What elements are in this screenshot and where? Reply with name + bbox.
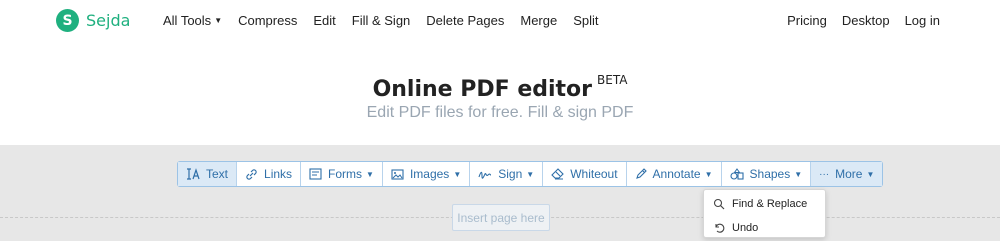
chevron-down-icon: ▼ xyxy=(214,16,223,25)
menu-item-undo[interactable]: Undo xyxy=(704,218,825,238)
caret-down-icon: ▼ xyxy=(366,169,374,179)
tool-images-label: Images xyxy=(409,167,450,181)
search-icon xyxy=(713,198,725,210)
signature-icon xyxy=(478,169,492,180)
shapes-icon xyxy=(729,168,744,180)
tool-sign-label: Sign xyxy=(498,167,523,181)
caret-down-icon: ▼ xyxy=(704,169,713,179)
nav-login[interactable]: Log in xyxy=(905,13,940,28)
tool-sign[interactable]: Sign ▼ xyxy=(470,162,544,186)
tool-links[interactable]: Links xyxy=(237,162,302,186)
nav-delete-pages[interactable]: Delete Pages xyxy=(426,13,504,28)
page-subtitle: Edit PDF files for free. Fill & sign PDF xyxy=(366,104,634,121)
beta-badge: BETA xyxy=(597,73,628,87)
menu-item-find-replace-label: Find & Replace xyxy=(732,198,808,210)
nav-fill-sign[interactable]: Fill & Sign xyxy=(352,13,411,28)
caret-down-icon: ▼ xyxy=(866,169,875,179)
tool-forms-label: Forms xyxy=(328,167,363,181)
undo-icon xyxy=(713,222,725,234)
page-title: Online PDF editor BETA xyxy=(0,73,1000,102)
top-navigation: S Sejda All Tools ▼ Compress Edit Fill & … xyxy=(0,0,1000,42)
logo-text: Sejda xyxy=(86,11,131,30)
nav-desktop[interactable]: Desktop xyxy=(842,13,890,28)
nav-compress[interactable]: Compress xyxy=(238,13,297,28)
tool-annotate-label: Annotate xyxy=(652,167,701,181)
more-dropdown-menu: Find & Replace Undo xyxy=(703,189,826,238)
sejda-logo[interactable]: S Sejda xyxy=(56,9,130,32)
tool-more[interactable]: ··· More ▼ xyxy=(811,162,883,186)
tool-links-label: Links xyxy=(264,167,293,181)
tool-forms[interactable]: Forms ▼ xyxy=(301,162,383,186)
tool-whiteout-label: Whiteout xyxy=(570,167,618,181)
nav-all-tools-label: All Tools xyxy=(163,13,212,28)
menu-item-find-replace[interactable]: Find & Replace xyxy=(704,194,825,214)
tool-whiteout[interactable]: Whiteout xyxy=(543,162,627,186)
text-cursor-icon xyxy=(186,168,200,180)
menu-item-undo-label: Undo xyxy=(732,222,759,234)
tool-shapes[interactable]: Shapes ▼ xyxy=(722,162,812,186)
nav-pricing[interactable]: Pricing xyxy=(787,13,827,28)
tool-text-label: Text xyxy=(206,167,229,181)
image-icon xyxy=(391,168,404,180)
nav-merge[interactable]: Merge xyxy=(520,13,557,28)
caret-down-icon: ▼ xyxy=(794,169,803,179)
caret-down-icon: ▼ xyxy=(453,169,462,179)
logo-mark-icon: S xyxy=(56,9,79,32)
nav-all-tools[interactable]: All Tools ▼ xyxy=(163,13,222,28)
form-icon xyxy=(309,168,322,180)
tool-text[interactable]: Text xyxy=(178,162,238,186)
link-icon xyxy=(245,168,258,181)
eraser-icon xyxy=(551,168,564,180)
pencil-icon xyxy=(635,168,647,180)
nav-split[interactable]: Split xyxy=(573,13,598,28)
tool-annotate[interactable]: Annotate ▼ xyxy=(627,162,722,186)
insert-page-button[interactable]: Insert page here xyxy=(452,204,550,231)
nav-edit[interactable]: Edit xyxy=(313,13,335,28)
nav-primary: All Tools ▼ Compress Edit Fill & Sign Del… xyxy=(163,13,615,28)
tool-more-label: More xyxy=(835,167,863,181)
tool-shapes-label: Shapes xyxy=(749,167,791,181)
caret-down-icon: ▼ xyxy=(526,169,535,179)
editor-toolbar: Text Links Forms ▼ Images ▼ Sign ▼ Whiteout xyxy=(177,161,884,187)
tool-images[interactable]: Images ▼ xyxy=(383,162,471,186)
page-title-text: Online PDF editor xyxy=(372,77,593,102)
nav-secondary: Pricing Desktop Log in xyxy=(772,13,940,28)
ellipsis-icon: ··· xyxy=(819,168,830,180)
